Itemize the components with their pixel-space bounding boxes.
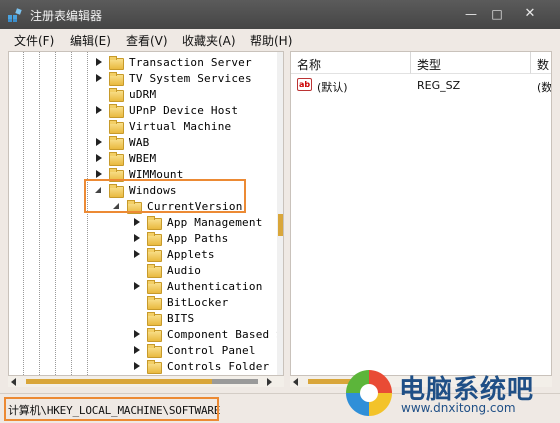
folder-icon [147, 360, 162, 374]
folder-icon [109, 104, 124, 118]
tree-item[interactable]: Virtual Machine [9, 118, 277, 134]
column-header-data[interactable]: 数 [531, 52, 551, 74]
string-value-icon: ab [297, 78, 312, 91]
tree-horizontal-scrollbar[interactable] [8, 376, 284, 387]
site-watermark: 电脑系统吧 www.dnxitong.com [335, 363, 560, 423]
registry-editor-icon [8, 8, 22, 22]
value-list-pane[interactable]: 名称 类型 数 ab (默认) REG_SZ (数 [290, 51, 552, 376]
tree-item[interactable]: Control Panel [9, 342, 277, 358]
windows-currentversion-highlight [84, 179, 246, 213]
collapsed-arrow-icon[interactable] [133, 282, 141, 290]
folder-icon [109, 152, 124, 166]
windows-logo-icon [346, 370, 392, 416]
tree-item-label: Control Panel [167, 344, 256, 357]
tree-item-label: Virtual Machine [129, 120, 232, 133]
tree-item-label: UPnP Device Host [129, 104, 239, 117]
folder-icon [147, 328, 162, 342]
collapsed-arrow-icon[interactable] [133, 250, 141, 258]
collapsed-arrow-icon[interactable] [95, 154, 103, 162]
title-bar[interactable]: 注册表编辑器 — □ ✕ [0, 0, 560, 29]
scroll-right-icon[interactable] [267, 378, 272, 386]
folder-icon [109, 56, 124, 70]
key-tree-pane[interactable]: Transaction Server TV System Services uDRM… [8, 51, 284, 376]
value-type: REG_SZ [417, 79, 461, 92]
collapsed-arrow-icon[interactable] [133, 234, 141, 242]
tree-item[interactable]: WAB [9, 134, 277, 150]
tree-item[interactable]: BitLocker [9, 294, 277, 310]
menu-help[interactable]: 帮助(H) [250, 32, 292, 49]
collapsed-arrow-icon[interactable] [95, 106, 103, 114]
tree-item-label: App Management [167, 216, 263, 229]
collapsed-arrow-icon[interactable] [95, 58, 103, 66]
tree-item-label: Controls Folder [167, 360, 270, 373]
close-button[interactable]: ✕ [513, 5, 547, 23]
folder-icon [147, 296, 162, 310]
menu-edit[interactable]: 编辑(E) [70, 32, 111, 49]
tree-vertical-scrollbar[interactable] [277, 52, 283, 375]
tree-item[interactable]: Controls Folder [9, 358, 277, 374]
collapsed-arrow-icon[interactable] [133, 330, 141, 338]
menu-bar: 文件(F) 编辑(E) 查看(V) 收藏夹(A) 帮助(H) [0, 29, 560, 49]
value-row[interactable]: ab (默认) REG_SZ (数 [291, 76, 552, 94]
tree-item[interactable]: App Paths [9, 230, 277, 246]
status-path-highlight [4, 397, 219, 421]
folder-icon [147, 216, 162, 230]
folder-icon [147, 280, 162, 294]
tree-item-label: Transaction Server [129, 56, 252, 69]
value-data: (数 [537, 81, 552, 94]
collapsed-arrow-icon[interactable] [95, 138, 103, 146]
folder-icon [147, 312, 162, 326]
folder-icon [109, 120, 124, 134]
tree-item-label: WBEM [129, 152, 157, 165]
folder-icon [147, 232, 162, 246]
collapsed-arrow-icon[interactable] [95, 170, 103, 178]
registry-editor-window: 注册表编辑器 — □ ✕ 文件(F) 编辑(E) 查看(V) 收藏夹(A) 帮助… [0, 0, 560, 423]
maximize-button[interactable]: □ [487, 5, 507, 23]
menu-favorites[interactable]: 收藏夹(A) [182, 32, 236, 49]
tree-item[interactable]: Transaction Server [9, 54, 277, 70]
minimize-button[interactable]: — [461, 5, 481, 23]
tree-item-label: TV System Services [129, 72, 252, 85]
tree-item-label: Applets [167, 248, 215, 261]
column-header-name[interactable]: 名称 [291, 52, 411, 74]
tree-item[interactable]: TV System Services [9, 70, 277, 86]
tree-hscroll-track[interactable] [212, 379, 258, 384]
tree-item-label: WAB [129, 136, 150, 149]
tree-item[interactable]: BITS [9, 310, 277, 326]
tree-item-label: BitLocker [167, 296, 229, 309]
collapsed-arrow-icon[interactable] [133, 218, 141, 226]
tree-item[interactable]: Component Based S [9, 326, 283, 342]
tree-item-label: Audio [167, 264, 202, 277]
folder-icon [147, 344, 162, 358]
folder-icon [109, 88, 124, 102]
value-name: (默认) [317, 81, 348, 94]
tree-item-label: uDRM [129, 88, 157, 101]
menu-view[interactable]: 查看(V) [126, 32, 168, 49]
tree-item-label: App Paths [167, 232, 229, 245]
window-title: 注册表编辑器 [30, 9, 103, 23]
tree-item[interactable]: uDRM [9, 86, 277, 102]
scroll-left-icon[interactable] [11, 378, 16, 386]
watermark-url: www.dnxitong.com [401, 401, 516, 415]
tree-item[interactable]: Applets [9, 246, 277, 262]
menu-file[interactable]: 文件(F) [14, 32, 54, 49]
folder-icon [147, 248, 162, 262]
tree-item[interactable]: UPnP Device Host [9, 102, 277, 118]
tree-item-label: Authentication [167, 280, 263, 293]
collapsed-arrow-icon[interactable] [95, 74, 103, 82]
tree-hscroll-thumb[interactable] [26, 379, 212, 384]
collapsed-arrow-icon[interactable] [133, 346, 141, 354]
scroll-left-icon[interactable] [293, 378, 298, 386]
tree-item[interactable]: WBEM [9, 150, 277, 166]
folder-icon [109, 136, 124, 150]
folder-icon [147, 264, 162, 278]
tree-item[interactable]: App Management [9, 214, 277, 230]
folder-icon [109, 72, 124, 86]
tree-item-label: BITS [167, 312, 195, 325]
collapsed-arrow-icon[interactable] [133, 362, 141, 370]
tree-item[interactable]: Audio [9, 262, 277, 278]
tree-item-label: Component Based S [167, 328, 283, 341]
column-header-type[interactable]: 类型 [411, 52, 531, 74]
tree-item[interactable]: Authentication [9, 278, 277, 294]
